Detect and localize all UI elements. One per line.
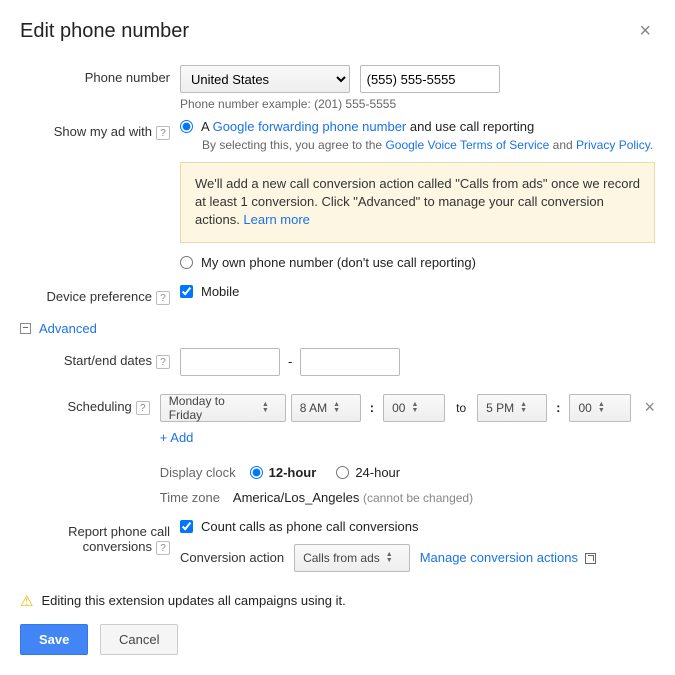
advanced-toggle[interactable]: Advanced [39,321,97,336]
collapse-icon[interactable]: − [20,323,31,334]
popout-icon [585,553,596,564]
start-date-input[interactable] [180,348,280,376]
dialog-title: Edit phone number [20,20,189,43]
end-min-select[interactable]: 00▲▼ [569,394,631,422]
count-calls-checkbox[interactable] [180,520,193,533]
info-box: We'll add a new call conversion action c… [180,162,655,243]
help-icon[interactable]: ? [156,355,170,369]
help-icon[interactable]: ? [136,401,150,415]
timezone-label: Time zone [160,490,220,505]
learn-more-link[interactable]: Learn more [243,212,309,227]
end-date-input[interactable] [300,348,400,376]
scheduling-label: Scheduling [67,399,131,414]
own-number-label: My own phone number (don't use call repo… [201,255,476,270]
help-icon[interactable]: ? [156,541,170,555]
start-hour-select[interactable]: 8 AM▲▼ [291,394,361,422]
timezone-note: (cannot be changed) [363,491,473,505]
help-icon[interactable]: ? [156,126,170,140]
cancel-button[interactable]: Cancel [100,624,178,655]
mobile-label: Mobile [201,284,239,299]
report-label: Report phone call conversions [68,524,170,554]
clock-label: Display clock [160,465,236,480]
end-hour-select[interactable]: 5 PM▲▼ [477,394,547,422]
forwarding-radio[interactable] [180,120,193,133]
remove-schedule-icon[interactable]: × [644,397,655,418]
days-select[interactable]: Monday to Friday▲▼ [160,394,286,422]
clock-24-radio[interactable] [336,466,349,479]
warning-icon: ⚠ [20,592,33,610]
warning-text: Editing this extension updates all campa… [41,593,345,608]
show-ad-label: Show my ad with [54,124,152,139]
tos-link[interactable]: Google Voice Terms of Service [385,138,549,152]
country-select[interactable]: United States [180,65,350,93]
own-number-radio[interactable] [180,256,193,269]
save-button[interactable]: Save [20,624,88,655]
privacy-link[interactable]: Privacy Policy [576,138,650,152]
phone-number-label: Phone number [20,65,180,85]
conversion-action-label: Conversion action [180,550,284,565]
manage-conversions-link[interactable]: Manage conversion actions [420,550,596,565]
phone-input[interactable] [360,65,500,93]
close-icon[interactable]: × [635,20,655,43]
clock-12-radio[interactable] [250,466,263,479]
mobile-checkbox[interactable] [180,285,193,298]
conversion-action-select[interactable]: Calls from ads▲▼ [294,544,410,572]
count-calls-label: Count calls as phone call conversions [201,519,419,534]
start-min-select[interactable]: 00▲▼ [383,394,445,422]
agree-text: By selecting this, you agree to the Goog… [202,138,655,152]
add-schedule-link[interactable]: + Add [160,430,194,445]
forwarding-link[interactable]: Google forwarding phone number [213,119,407,134]
phone-example-hint: Phone number example: (201) 555-5555 [180,97,655,111]
timezone-value: America/Los_Angeles [233,490,359,505]
dates-label: Start/end dates [64,353,152,368]
device-label: Device preference [47,289,153,304]
help-icon[interactable]: ? [156,291,170,305]
